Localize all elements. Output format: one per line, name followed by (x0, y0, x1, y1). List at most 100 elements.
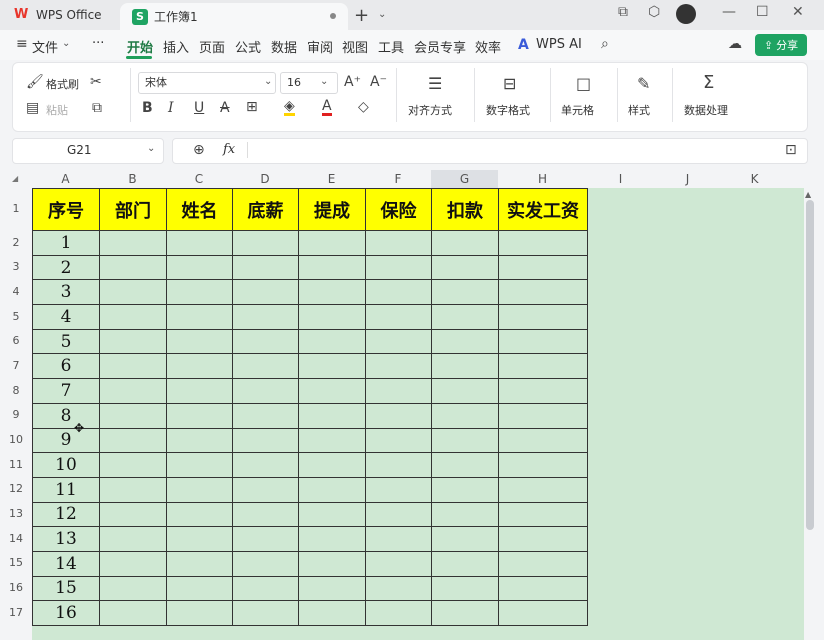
styles-icon[interactable]: ✎ (637, 74, 650, 93)
cell[interactable] (498, 427, 588, 454)
serial-cell[interactable]: 12 (32, 501, 100, 528)
cell[interactable] (166, 378, 233, 404)
cell[interactable] (166, 353, 233, 380)
cell[interactable] (431, 476, 499, 503)
row-header[interactable]: 15 (0, 556, 32, 569)
row-header[interactable]: 4 (0, 285, 32, 298)
cell[interactable] (166, 304, 233, 330)
cell[interactable] (498, 452, 588, 478)
cell[interactable] (365, 304, 432, 330)
font-name-chevron-icon[interactable]: ⌄ (264, 76, 272, 87)
row-header[interactable]: 2 (0, 236, 32, 249)
cell[interactable] (166, 501, 233, 528)
column-header-g[interactable]: G (431, 172, 498, 186)
menu-wps-ai[interactable]: WPS AI (536, 37, 582, 52)
cell[interactable] (99, 328, 167, 355)
cell[interactable] (298, 427, 366, 454)
cell[interactable] (232, 452, 299, 478)
scroll-up-icon[interactable]: ▲ (805, 190, 811, 199)
menu-review[interactable]: 审阅 (307, 37, 333, 56)
menu-data[interactable]: 数据 (271, 37, 297, 56)
menu-insert[interactable]: 插入 (163, 37, 189, 56)
row-header[interactable]: 3 (0, 260, 32, 273)
cell[interactable] (298, 304, 366, 330)
cell[interactable] (298, 550, 366, 577)
cell[interactable] (431, 600, 499, 626)
cell[interactable] (166, 328, 233, 355)
cell[interactable] (298, 476, 366, 503)
cell[interactable] (498, 501, 588, 528)
cell[interactable] (431, 402, 499, 429)
cell[interactable] (166, 476, 233, 503)
cell[interactable] (166, 550, 233, 577)
name-box-chevron-icon[interactable]: ⌄ (147, 143, 155, 154)
borders-icon[interactable]: ⊞ (246, 99, 258, 115)
cell[interactable] (431, 254, 499, 281)
align-icon[interactable]: ☰ (428, 74, 442, 93)
cell[interactable] (431, 452, 499, 478)
header-cell[interactable]: 序号 (32, 188, 100, 231)
format-painter-label[interactable]: 格式刷 (46, 76, 79, 92)
cell[interactable] (99, 230, 167, 256)
cell[interactable] (431, 230, 499, 256)
row-header[interactable]: 1 (0, 202, 32, 215)
serial-cell[interactable]: 11 (32, 476, 100, 503)
cell[interactable] (99, 353, 167, 380)
serial-cell[interactable]: 14 (32, 550, 100, 577)
serial-cell[interactable]: 7 (32, 378, 100, 404)
row-header[interactable]: 9 (0, 408, 32, 421)
column-header-c[interactable]: C (166, 172, 232, 186)
header-cell[interactable]: 实发工资 (498, 188, 588, 231)
close-icon[interactable]: ✕ (792, 4, 804, 20)
cell[interactable] (232, 279, 299, 306)
cell[interactable] (365, 328, 432, 355)
serial-cell[interactable]: 1 (32, 230, 100, 256)
cell[interactable] (365, 452, 432, 478)
cell[interactable] (99, 254, 167, 281)
zoom-lookup-icon[interactable]: ⊕ (193, 142, 205, 158)
cell[interactable] (298, 378, 366, 404)
expand-formula-icon[interactable]: ⊡ (785, 142, 797, 158)
serial-cell[interactable]: 5 (32, 328, 100, 355)
hamburger-icon[interactable]: ≡ (16, 36, 28, 52)
column-header-a[interactable]: A (32, 172, 99, 186)
menu-home[interactable]: 开始 (127, 37, 153, 56)
menu-more[interactable]: ··· (92, 36, 104, 51)
wps-home-tab[interactable]: W WPS Office (6, 3, 110, 27)
cell[interactable] (498, 476, 588, 503)
row-header[interactable]: 6 (0, 334, 32, 347)
unsaved-dot-icon[interactable] (330, 13, 336, 19)
cell[interactable] (298, 254, 366, 281)
cell[interactable] (298, 501, 366, 528)
share-button[interactable]: ⇪ 分享 (755, 34, 807, 56)
cut-icon[interactable]: ✂ (90, 74, 102, 90)
maximize-icon[interactable]: ☐ (756, 4, 769, 20)
bold-button[interactable]: B (142, 100, 153, 116)
document-tab[interactable]: S 工作簿1 (120, 3, 348, 30)
copy-icon[interactable]: ⧉ (92, 100, 102, 116)
cell[interactable] (298, 452, 366, 478)
column-header-j[interactable]: J (654, 172, 721, 186)
cell[interactable] (431, 501, 499, 528)
underline-button[interactable]: U (194, 100, 204, 116)
cell[interactable] (365, 279, 432, 306)
cell[interactable] (99, 452, 167, 478)
cell[interactable] (99, 476, 167, 503)
header-cell[interactable]: 提成 (298, 188, 366, 231)
tab-list-chevron-icon[interactable]: ⌄ (378, 9, 386, 20)
menu-tools[interactable]: 工具 (378, 37, 404, 56)
cell[interactable] (99, 501, 167, 528)
fx-label[interactable]: fx (223, 142, 235, 157)
column-header-i[interactable]: I (587, 172, 654, 186)
cell[interactable] (365, 353, 432, 380)
row-header[interactable]: 11 (0, 458, 32, 471)
cell[interactable] (99, 550, 167, 577)
header-cell[interactable]: 姓名 (166, 188, 233, 231)
cell[interactable] (166, 526, 233, 552)
sum-icon[interactable]: Σ (703, 72, 714, 93)
cell[interactable] (365, 600, 432, 626)
cell[interactable] (166, 575, 233, 602)
cell[interactable] (99, 402, 167, 429)
data-processing-label[interactable]: 数据处理 (684, 102, 728, 118)
name-box[interactable]: G21 ⌄ (12, 138, 164, 164)
